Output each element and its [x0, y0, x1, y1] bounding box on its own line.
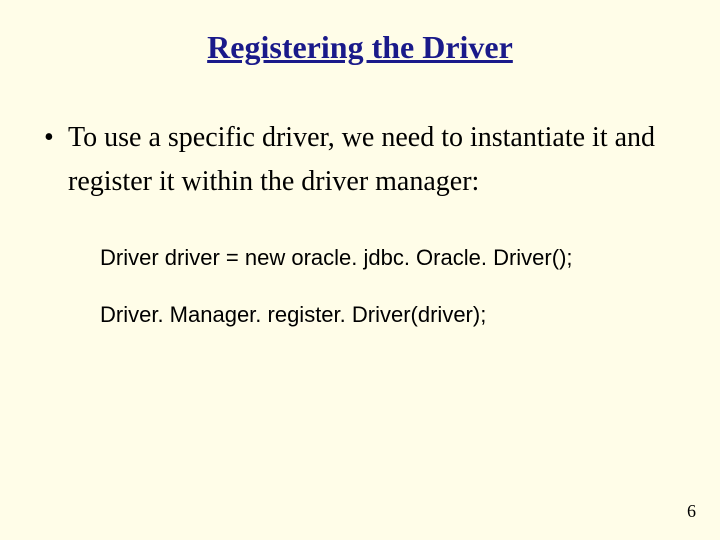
bullet-list: To use a specific driver, we need to ins…: [40, 116, 680, 203]
code-block: Driver driver = new oracle. jdbc. Oracle…: [40, 243, 680, 331]
page-number: 6: [687, 501, 696, 522]
slide-title: Registering the Driver: [40, 28, 680, 66]
bullet-item: To use a specific driver, we need to ins…: [40, 116, 680, 203]
code-line-1: Driver driver = new oracle. jdbc. Oracle…: [100, 243, 680, 274]
slide: Registering the Driver To use a specific…: [0, 0, 720, 540]
code-line-2: Driver. Manager. register. Driver(driver…: [100, 300, 680, 331]
